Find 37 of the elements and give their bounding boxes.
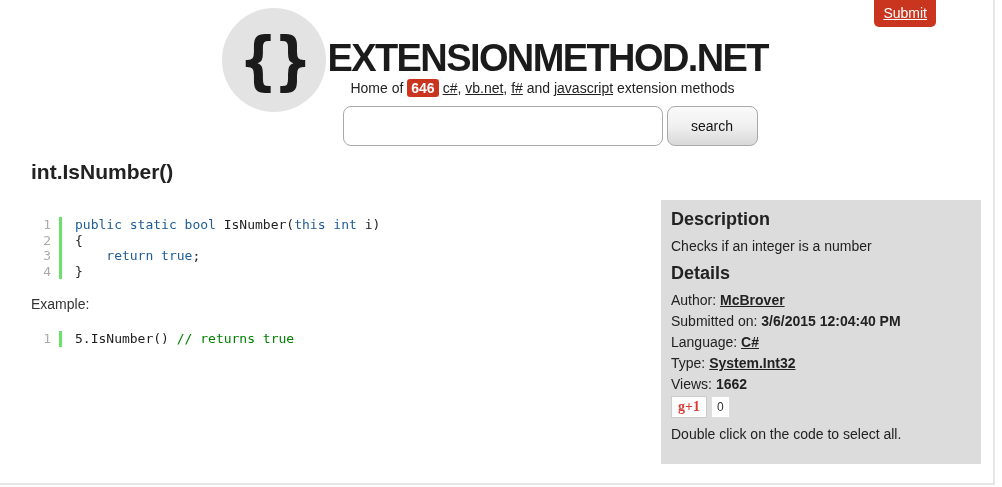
language-link[interactable]: javascript [553,80,614,96]
example-label: Example: [31,296,91,312]
code-line: } [75,263,83,279]
plus-one-button[interactable]: g+1 [671,396,707,418]
details-heading: Details [671,263,732,284]
language-link[interactable]: f# [511,80,523,96]
detail-label: Type: [671,355,707,371]
line-number: 1 [40,217,62,233]
logo-icon: {} [221,8,326,112]
code-line: public static bool IsNumber(this int i) [75,217,381,233]
detail-link[interactable]: McBrover [720,292,785,308]
detail-label: Submitted on: [671,313,759,329]
line-number: 2 [40,232,62,248]
code-line: return true; [105,248,201,264]
line-number: 1 [40,331,62,347]
language-link[interactable]: c# [442,80,458,96]
site-title: EXTENSIONMETHOD.NET [327,38,768,78]
hint-text: Double click on the code to select all. [671,425,903,444]
search-button[interactable]: search [666,106,758,146]
detail-value: 1662 [715,376,748,392]
detail-label: Author: [671,292,718,308]
code-line: 5.IsNumber() // returns true [75,331,295,347]
line-number: 4 [40,263,62,279]
detail-label: Language: [671,334,739,350]
code-line: { [75,232,83,248]
detail-label: Views: [671,376,713,392]
description-heading: Description [671,209,772,230]
detail-value: 3/6/2015 12:04:40 PM [761,313,901,329]
description-text: Checks if an integer is a number [671,237,873,256]
submit-button[interactable]: Submit [874,0,936,27]
detail-link[interactable]: C# [741,334,759,350]
search-field[interactable] [342,106,663,146]
line-number: 3 [40,248,62,264]
tagline: Home of 646 c#, vb.net, f# and javascript extension methods [350,78,735,98]
plus-one-count: 0 [711,396,730,418]
detail-link[interactable]: System.Int32 [709,355,796,371]
method-title: int.IsNumber() [31,160,175,184]
